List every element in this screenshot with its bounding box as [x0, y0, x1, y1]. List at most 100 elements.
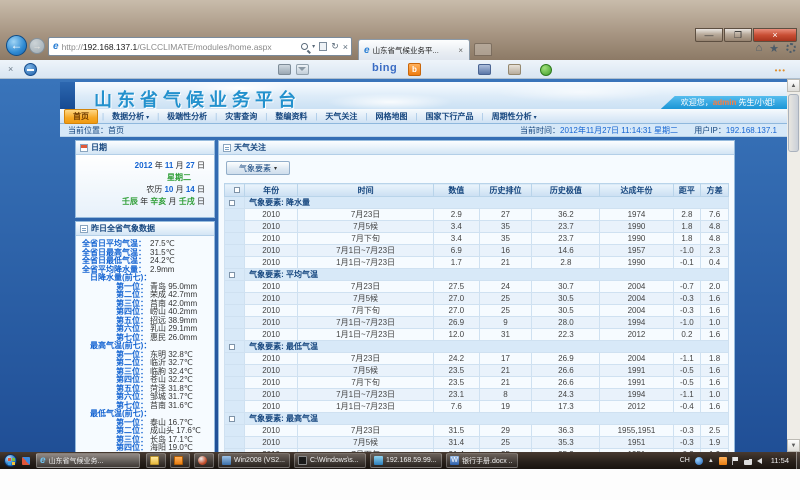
- browser-tab[interactable]: e 山东省气候业务平... ×: [358, 39, 470, 60]
- tray-expand-icon[interactable]: ▲: [708, 458, 714, 464]
- blocked-circle-icon[interactable]: [24, 63, 37, 76]
- group-checkbox-cell[interactable]: [225, 413, 245, 425]
- tools-icon[interactable]: [508, 64, 521, 75]
- group-checkbox-cell[interactable]: [225, 269, 245, 281]
- column-header[interactable]: 历史极值: [532, 184, 600, 197]
- table-cell: 2004: [600, 353, 673, 365]
- stop-button[interactable]: ×: [343, 42, 348, 52]
- table-cell: 23.7: [532, 233, 600, 245]
- taskbar-window-button[interactable]: Win2008 (VS2...: [218, 453, 290, 468]
- table-cell: 31.5: [434, 425, 479, 437]
- table-cell: 24.2: [434, 353, 479, 365]
- taskbar-window-button[interactable]: 192.168.59.99...: [370, 453, 442, 468]
- table-cell: -1.0: [673, 245, 701, 257]
- column-header[interactable]: 历史排位: [479, 184, 532, 197]
- checkbox-icon[interactable]: [229, 272, 235, 278]
- share-globe-icon[interactable]: [540, 64, 552, 76]
- table-cell: 1957: [600, 245, 673, 257]
- table-cell: 2.9: [434, 209, 479, 221]
- tab-close-icon[interactable]: ×: [456, 46, 465, 55]
- checkbox-icon[interactable]: [229, 200, 235, 206]
- table-cell: 2010: [245, 257, 298, 269]
- address-bar[interactable]: e http://192.168.137.1/GLCCLIMATE/module…: [48, 37, 352, 56]
- element-dropdown-button[interactable]: 气象要素▾: [226, 161, 290, 175]
- taskbar-media-button[interactable]: [194, 453, 214, 468]
- table-cell: 2004: [600, 281, 673, 293]
- column-header[interactable]: 方差: [701, 184, 729, 197]
- speaker-icon[interactable]: [757, 458, 762, 464]
- column-header[interactable]: 数值: [434, 184, 479, 197]
- bing-badge-icon[interactable]: b: [408, 63, 421, 76]
- back-button[interactable]: ←: [6, 35, 27, 56]
- close-pane-icon[interactable]: ×: [8, 64, 13, 74]
- taskbar-window-button[interactable]: C:\Windows\s...: [294, 453, 366, 468]
- checkbox-icon[interactable]: [234, 187, 240, 193]
- nav-item-天气关注[interactable]: 天气关注: [317, 110, 365, 123]
- yesterday-weather-panel: 昨日全省气象数据 全省日平均气温：27.5℃全省日最高气温：31.5℃全省日最低…: [75, 221, 215, 452]
- header-checkbox-cell[interactable]: [225, 184, 245, 197]
- bing-logo[interactable]: bing: [372, 62, 397, 74]
- table-cell: 14.6: [532, 245, 600, 257]
- table-cell: 1990: [600, 257, 673, 269]
- refresh-button[interactable]: ↻: [331, 41, 339, 52]
- group-checkbox-cell[interactable]: [225, 197, 245, 209]
- group-checkbox-cell[interactable]: [225, 341, 245, 353]
- table-row: 20101月1日~7月23日12.03122.320120.21.6: [225, 329, 729, 341]
- overflow-dots-icon[interactable]: •••: [775, 66, 786, 75]
- tray-app-icon[interactable]: [695, 457, 703, 465]
- maximize-button[interactable]: ❐: [724, 28, 752, 42]
- minimize-button[interactable]: —: [695, 28, 723, 42]
- gear-icon[interactable]: [786, 43, 796, 53]
- new-tab-button[interactable]: [474, 43, 492, 56]
- table-cell: 1990: [600, 221, 673, 233]
- card-reader-icon[interactable]: [278, 64, 291, 75]
- taskbar-folder-button[interactable]: [146, 453, 166, 468]
- favorites-star-icon[interactable]: ★: [769, 42, 779, 55]
- table-cell: 2012: [600, 401, 673, 413]
- taskbar-clock[interactable]: 11:54: [771, 456, 789, 465]
- checkbox-icon[interactable]: [229, 416, 235, 422]
- table-row: 20107月下旬27.02530.52004-0.31.6: [225, 305, 729, 317]
- row-gutter-cell: [225, 377, 245, 389]
- taskbar-window-button[interactable]: W银行手册.docx ..: [446, 453, 518, 468]
- language-indicator[interactable]: CH: [680, 457, 690, 464]
- table-cell: 2.8: [532, 257, 600, 269]
- scroll-up-arrow[interactable]: ▲: [787, 79, 800, 92]
- tray-orange-icon[interactable]: [719, 457, 727, 465]
- column-header[interactable]: 时间: [298, 184, 434, 197]
- table-row: 20107月23日2.92736.219742.87.6: [225, 209, 729, 221]
- scroll-down-arrow[interactable]: ▼: [787, 439, 800, 452]
- column-header[interactable]: 距平: [673, 184, 701, 197]
- taskbar-window-label: 山东省气候业务...: [49, 456, 104, 466]
- column-header[interactable]: 年份: [245, 184, 298, 197]
- mail-icon[interactable]: [296, 64, 309, 75]
- nav-item-网格地图[interactable]: 网格地图: [367, 110, 415, 123]
- forward-button[interactable]: →: [29, 38, 45, 54]
- nav-item-首页[interactable]: 首页: [64, 109, 98, 124]
- column-header[interactable]: 达成年份: [600, 184, 673, 197]
- url-text[interactable]: http://192.168.137.1/GLCCLIMATE/modules/…: [62, 42, 298, 52]
- taskbar-window-active[interactable]: e 山东省气候业务...: [36, 453, 140, 468]
- quick-launch-icon[interactable]: [22, 457, 30, 465]
- start-button[interactable]: [4, 454, 17, 467]
- home-icon[interactable]: ⌂: [755, 42, 762, 55]
- vertical-scrollbar[interactable]: ▲ ▼: [787, 79, 800, 452]
- table-cell: 31: [479, 329, 532, 341]
- autocomplete-caret-icon[interactable]: ▾: [312, 43, 315, 50]
- group-label: 气象要素: 最低气温: [245, 341, 729, 353]
- action-center-flag-icon[interactable]: [732, 457, 739, 465]
- taskbar-app-orange-button[interactable]: [170, 453, 190, 468]
- compatibility-view-icon[interactable]: [319, 42, 327, 51]
- search-icon[interactable]: [301, 43, 308, 50]
- camera-icon[interactable]: [478, 64, 491, 75]
- checkbox-icon[interactable]: [229, 344, 235, 350]
- nav-item-周期性分析[interactable]: 周期性分析▾: [484, 110, 545, 123]
- show-desktop-button[interactable]: [796, 452, 800, 469]
- nav-item-国家下行产品[interactable]: 国家下行产品: [418, 110, 482, 123]
- panel-icon: [223, 144, 231, 152]
- group-label: 气象要素: 最高气温: [245, 413, 729, 425]
- calendar-panel: 日期 2012 年 11 月 27 日 星期二 农历 10 月 14 日 壬辰 …: [75, 140, 215, 218]
- scrollbar-thumb[interactable]: [788, 94, 799, 152]
- group-label: 气象要素: 平均气温: [245, 269, 729, 281]
- close-button[interactable]: ×: [753, 28, 797, 42]
